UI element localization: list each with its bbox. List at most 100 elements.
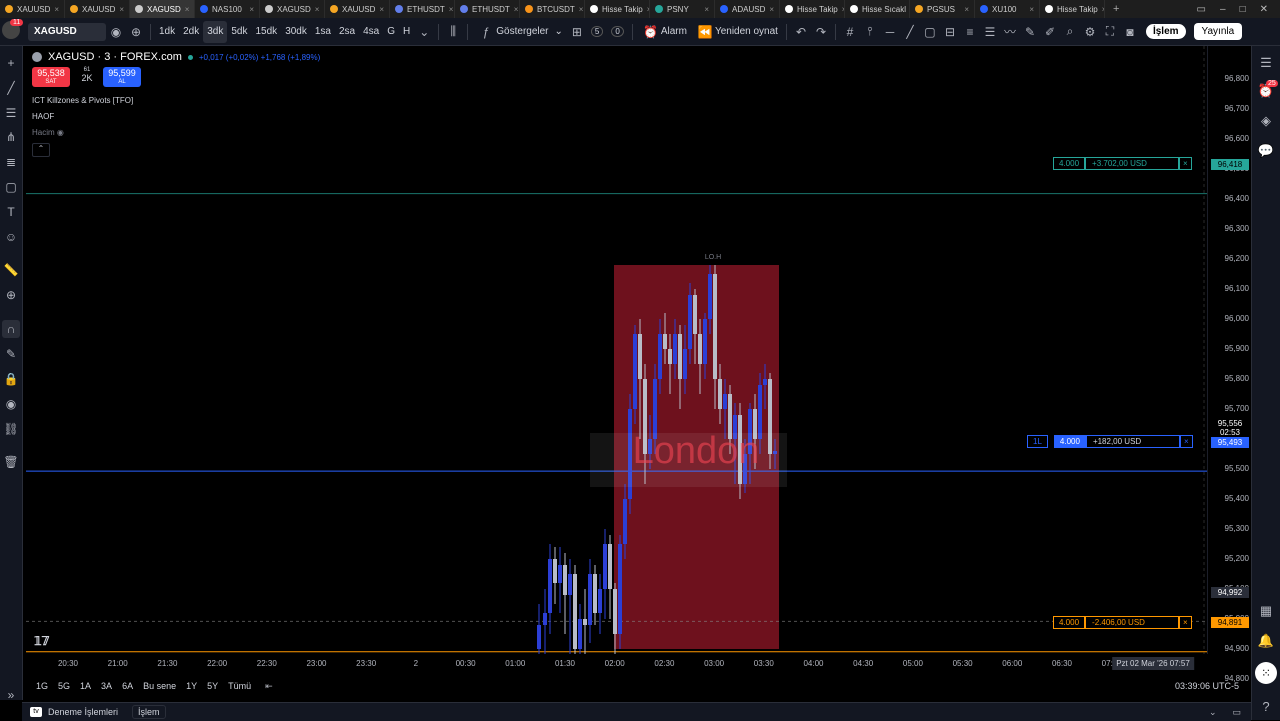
browser-tab[interactable]: Hisse Takip×: [1040, 0, 1105, 18]
browser-tab[interactable]: XAGUSD ×: [130, 0, 195, 18]
clock-label[interactable]: 03:39:06 UTC-5: [1175, 681, 1239, 691]
shapes-icon[interactable]: ▢: [2, 178, 20, 196]
browser-tab[interactable]: Hisse Sıcakl×: [845, 0, 910, 18]
range-1a[interactable]: 1A: [76, 681, 95, 691]
browser-tab[interactable]: XAUUSD ×: [325, 0, 390, 18]
stop-loss-order[interactable]: 4.000 -2.406,00 USD ×: [1053, 616, 1192, 629]
interval-15dk[interactable]: 15dk: [252, 21, 282, 43]
close-tab-icon[interactable]: ×: [579, 5, 584, 14]
close-tab-icon[interactable]: ×: [964, 5, 969, 14]
chevron-down-icon[interactable]: ⌄: [414, 22, 434, 42]
browser-tab[interactable]: ETHUSDT ×: [390, 0, 455, 18]
close-icon[interactable]: ×: [1179, 616, 1192, 629]
range-3a[interactable]: 3A: [97, 681, 116, 691]
buy-button[interactable]: 95,599 AL: [103, 67, 141, 87]
trade-button[interactable]: İşlem: [1145, 24, 1186, 39]
maximize-icon[interactable]: □: [1240, 4, 1246, 15]
indicators-button[interactable]: ƒ Göstergeler ⌄: [472, 21, 567, 43]
pitchfork-icon[interactable]: ⋔: [2, 128, 20, 146]
interval-2dk[interactable]: 2dk: [179, 21, 203, 43]
browser-tab[interactable]: BTCUSDT ×: [520, 0, 585, 18]
browser-tab[interactable]: Hisse Takip×: [780, 0, 845, 18]
close-tab-icon[interactable]: ×: [769, 5, 774, 14]
range-5y[interactable]: 5Y: [203, 681, 222, 691]
entry-order[interactable]: 1L 4.000 +182,00 USD ×: [1027, 435, 1193, 448]
interval-3dk[interactable]: 3dk: [203, 20, 228, 43]
browser-tab[interactable]: XAUUSD ×: [65, 0, 130, 18]
interval-5dk[interactable]: 5dk: [227, 21, 251, 43]
restore-icon[interactable]: ▭: [1197, 4, 1206, 15]
camera-icon[interactable]: ◙: [1120, 22, 1140, 42]
symbol-search[interactable]: XAGUSD: [28, 22, 106, 41]
close-tab-icon[interactable]: ×: [379, 5, 384, 14]
range-1y[interactable]: 1Y: [182, 681, 201, 691]
layout-count-a[interactable]: 5: [587, 21, 607, 43]
interval-2sa[interactable]: 2sa: [335, 21, 359, 43]
date-range-icon[interactable]: ⇤: [265, 681, 273, 692]
interval-30dk[interactable]: 30dk: [281, 21, 311, 43]
minimize-icon[interactable]: –: [1220, 4, 1226, 15]
tab-trade[interactable]: İşlem: [132, 705, 166, 719]
close-icon[interactable]: ×: [1179, 435, 1193, 448]
layout-count-b[interactable]: 0: [607, 21, 627, 43]
alarm-button[interactable]: ⏰ Alarm: [637, 21, 691, 43]
interval-1sa[interactable]: 1sa: [311, 21, 335, 43]
indicator-killzones[interactable]: ICT Killzones & Pivots [TFO]: [32, 96, 133, 105]
trash-icon[interactable]: 🗑: [2, 453, 20, 471]
time-axis[interactable]: 20:30 21:00 21:30 22:00 22:30 23:00 23:30 2 00:3…: [26, 654, 1207, 674]
price-axis[interactable]: 96,80096,70096,60096,50096,40096,30096,2…: [1207, 46, 1252, 683]
interval-G[interactable]: G: [383, 21, 399, 43]
browser-tab[interactable]: PGSUS ×: [910, 0, 975, 18]
add-symbol-icon[interactable]: ⊕: [126, 22, 146, 42]
tab-paper-trading[interactable]: Deneme İşlemleri: [48, 707, 118, 717]
emoji-icon[interactable]: ☺: [2, 228, 20, 246]
browser-tab[interactable]: ADAUSD ×: [715, 0, 780, 18]
close-tab-icon[interactable]: ×: [54, 5, 59, 14]
pencil-icon[interactable]: ✐: [1040, 22, 1060, 42]
close-tab-icon[interactable]: ×: [315, 5, 320, 14]
close-tab-icon[interactable]: ×: [119, 5, 124, 14]
expand-icon[interactable]: »: [2, 686, 20, 704]
close-tab-icon[interactable]: ×: [704, 5, 709, 14]
zoom-in-icon[interactable]: ⊕: [2, 286, 20, 304]
lock-drawing-icon[interactable]: ✎: [2, 345, 20, 363]
interval-H[interactable]: H: [399, 21, 414, 43]
zoom-icon[interactable]: ⌕: [1060, 22, 1080, 42]
pitchfork-icon[interactable]: ≡: [960, 22, 980, 42]
indicator-volume[interactable]: Hacim ◉: [32, 128, 64, 137]
close-tab-icon[interactable]: ×: [514, 5, 519, 14]
interval-4sa[interactable]: 4sa: [359, 21, 383, 43]
replay-button[interactable]: ⏪ Yeniden oynat: [691, 21, 782, 43]
browser-tab[interactable]: XAUUSD ×: [0, 0, 65, 18]
range-1g[interactable]: 1G: [32, 681, 52, 691]
take-profit-order[interactable]: 4.000 +3.702,00 USD ×: [1053, 157, 1192, 170]
close-icon[interactable]: ×: [1179, 157, 1192, 170]
fib-icon[interactable]: ⊟: [940, 22, 960, 42]
link-icon[interactable]: ⛓: [2, 420, 20, 438]
apps-icon[interactable]: ⁙: [1255, 662, 1277, 684]
price-chart[interactable]: LondonLO.HLO.L: [26, 46, 1207, 654]
calendar-icon[interactable]: ▦: [1257, 602, 1275, 620]
browser-tab[interactable]: NAS100 ×: [195, 0, 260, 18]
chevron-down-icon[interactable]: ⌄: [1209, 707, 1217, 718]
settings-icon[interactable]: ⚙: [1080, 22, 1100, 42]
text-icon[interactable]: T: [2, 203, 20, 221]
help-icon[interactable]: ?: [1257, 698, 1275, 716]
range-5g[interactable]: 5G: [54, 681, 74, 691]
undo-icon[interactable]: ↶: [791, 22, 811, 42]
eye-icon[interactable]: ◉: [2, 395, 20, 413]
horizontal-line-icon[interactable]: ─: [880, 22, 900, 42]
brush-icon[interactable]: ✎: [1020, 22, 1040, 42]
crosshair-icon[interactable]: +: [2, 54, 20, 72]
range-6a[interactable]: 6A: [118, 681, 137, 691]
layers-icon[interactable]: ◈: [1257, 112, 1275, 130]
sell-button[interactable]: 95,538 SAT: [32, 67, 70, 87]
browser-tab[interactable]: XU100 ×: [975, 0, 1040, 18]
magnet-icon[interactable]: ∩: [2, 320, 20, 338]
lock-icon[interactable]: 🔒: [2, 370, 20, 388]
trend-line-icon[interactable]: ╱: [900, 22, 920, 42]
fullscreen-icon[interactable]: ⛶: [1100, 22, 1120, 42]
fib-retracement-icon[interactable]: ≣: [2, 153, 20, 171]
bell-icon[interactable]: 🔔: [1257, 632, 1275, 650]
trend-line-icon[interactable]: ╱: [2, 79, 20, 97]
